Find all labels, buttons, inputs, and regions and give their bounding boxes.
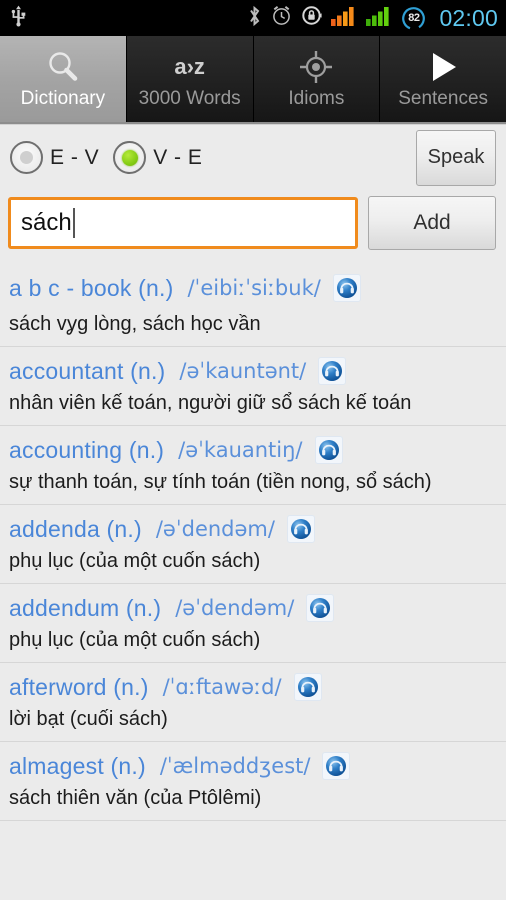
tab-idioms-label: Idioms (288, 87, 345, 109)
usb-icon (10, 5, 27, 32)
headphones-icon-2[interactable] (314, 436, 343, 464)
result-term: almagest (n.) (9, 752, 146, 779)
radio-v-e[interactable]: V - E (113, 141, 202, 174)
result-headline: accountant (n.) /əˈkauntənt/ (9, 357, 496, 385)
result-definition: sách thiên văn (của Ptôlêmi) (9, 787, 262, 809)
a-to-z-icon-text: a›z (174, 53, 205, 79)
result-phonetic: /ˈælməddʒest/ (159, 754, 311, 778)
direction-mode-row: E - V V - E Speak (0, 124, 506, 190)
result-row-4[interactable]: addendum (n.) /əˈdendəm/ phụ lục (của mộ… (0, 584, 506, 663)
result-headline: a b c - book (n.) /ˈeibiːˈsiːbuk/ (9, 274, 496, 302)
result-definition: nhân viên kế toán, người giữ sổ sách kế … (9, 392, 412, 414)
direction-radio-group: E - V V - E (10, 141, 416, 174)
signal-icon-2 (366, 6, 392, 31)
tab-dictionary[interactable]: Dictionary (0, 36, 127, 122)
signal-icon-1 (331, 6, 357, 31)
tab-sentences-label: Sentences (398, 87, 489, 109)
result-term: addendum (n.) (9, 594, 162, 621)
result-definition: phụ lục (của một cuốn sách) (9, 629, 261, 651)
headphones-icon-6[interactable] (322, 752, 351, 780)
result-term: a b c - book (n.) (9, 274, 174, 301)
headphones-icon-0[interactable] (332, 274, 361, 302)
tab-sentences[interactable]: Sentences (380, 36, 506, 122)
search-input[interactable]: sách (8, 197, 358, 249)
status-bar-right: 82 02:00 (247, 5, 498, 32)
headphones-icon-5[interactable] (293, 673, 322, 701)
target-icon (299, 47, 333, 87)
headphones-icon-1[interactable] (318, 357, 347, 385)
result-definition: sách vỿg lòng, sách học vần (9, 313, 261, 335)
magnifier-icon (45, 47, 81, 87)
tab-3000-words[interactable]: a›z 3000 Words (126, 36, 254, 122)
alarm-icon (271, 5, 292, 31)
result-phonetic: /ˈeibiːˈsiːbuk/ (187, 276, 321, 300)
a-to-z-icon: a›z (174, 47, 205, 87)
tab-bar: Dictionary a›z 3000 Words Idioms Sentenc… (0, 36, 506, 124)
play-icon (425, 47, 461, 87)
result-headline: addendum (n.) /əˈdendəm/ (9, 594, 496, 622)
result-phonetic: /əˈdendəm/ (155, 517, 275, 541)
result-headline: accounting (n.) /əˈkauantiŋ/ (9, 436, 496, 464)
tab-dictionary-label: Dictionary (20, 87, 106, 109)
result-headline: afterword (n.) /ˈɑːftawəːd/ (9, 673, 496, 701)
battery-icon: 82 (401, 6, 426, 31)
result-headline: almagest (n.) /ˈælməddʒest/ (9, 752, 496, 780)
tab-3000-words-label: 3000 Words (138, 87, 241, 109)
result-definition: sự thanh toán, sự tính toán (tiền nong, … (9, 471, 432, 493)
result-phonetic: /əˈdendəm/ (175, 596, 295, 620)
result-row-5[interactable]: afterword (n.) /ˈɑːftawəːd/ lời bạt (cuố… (0, 663, 506, 742)
radio-e-v-indicator (20, 151, 33, 164)
status-bar-clock: 02:00 (439, 4, 498, 31)
speak-button[interactable]: Speak (416, 129, 496, 186)
result-definition: phụ lục (của một cuốn sách) (9, 550, 261, 572)
radio-v-e-indicator (121, 149, 138, 166)
headphones-icon-3[interactable] (286, 515, 315, 543)
radio-v-e-label: V - E (153, 145, 203, 169)
results-list: a b c - book (n.) /ˈeibiːˈsiːbuk/ sách v… (0, 258, 506, 821)
text-caret (72, 208, 75, 238)
status-bar: 82 02:00 (0, 0, 506, 36)
result-headline: addenda (n.) /əˈdendəm/ (9, 515, 496, 543)
result-row-0[interactable]: a b c - book (n.) /ˈeibiːˈsiːbuk/ sách v… (0, 264, 506, 347)
result-definition: lời bạt (cuối sách) (9, 708, 168, 730)
result-term: accountant (n.) (9, 357, 166, 384)
search-input-value: sách (21, 209, 72, 236)
result-row-6[interactable]: almagest (n.) /ˈælməddʒest/ sách thiên v… (0, 742, 506, 821)
battery-level: 82 (408, 12, 420, 24)
result-row-1[interactable]: accountant (n.) /əˈkauntənt/ nhân viên k… (0, 347, 506, 426)
search-row: sách Add (0, 190, 506, 258)
list-bottom-spacer (0, 821, 506, 845)
bluetooth-icon (247, 5, 262, 32)
status-bar-left (10, 5, 247, 32)
result-phonetic: /əˈkauantiŋ/ (178, 438, 303, 462)
result-phonetic: /ˈɑːftawəːd/ (162, 675, 282, 699)
radio-e-v[interactable]: E - V (10, 141, 99, 174)
radio-v-e-dot (113, 141, 147, 174)
headphones-icon-4[interactable] (306, 594, 335, 622)
result-row-3[interactable]: addenda (n.) /əˈdendəm/ phụ lục (của một… (0, 505, 506, 584)
radio-e-v-dot (10, 141, 43, 174)
app-root: 82 02:00 Dictionary a›z 3000 Words Idiom… (0, 0, 506, 900)
result-term: addenda (n.) (9, 515, 142, 542)
tab-idioms[interactable]: Idioms (253, 36, 381, 122)
rotation-lock-icon (301, 5, 323, 31)
radio-e-v-label: E - V (50, 145, 100, 169)
result-term: afterword (n.) (9, 673, 149, 700)
result-term: accounting (n.) (9, 436, 165, 463)
add-button[interactable]: Add (368, 196, 496, 250)
result-row-2[interactable]: accounting (n.) /əˈkauantiŋ/ sự thanh to… (0, 426, 506, 505)
result-phonetic: /əˈkauntənt/ (179, 359, 307, 383)
